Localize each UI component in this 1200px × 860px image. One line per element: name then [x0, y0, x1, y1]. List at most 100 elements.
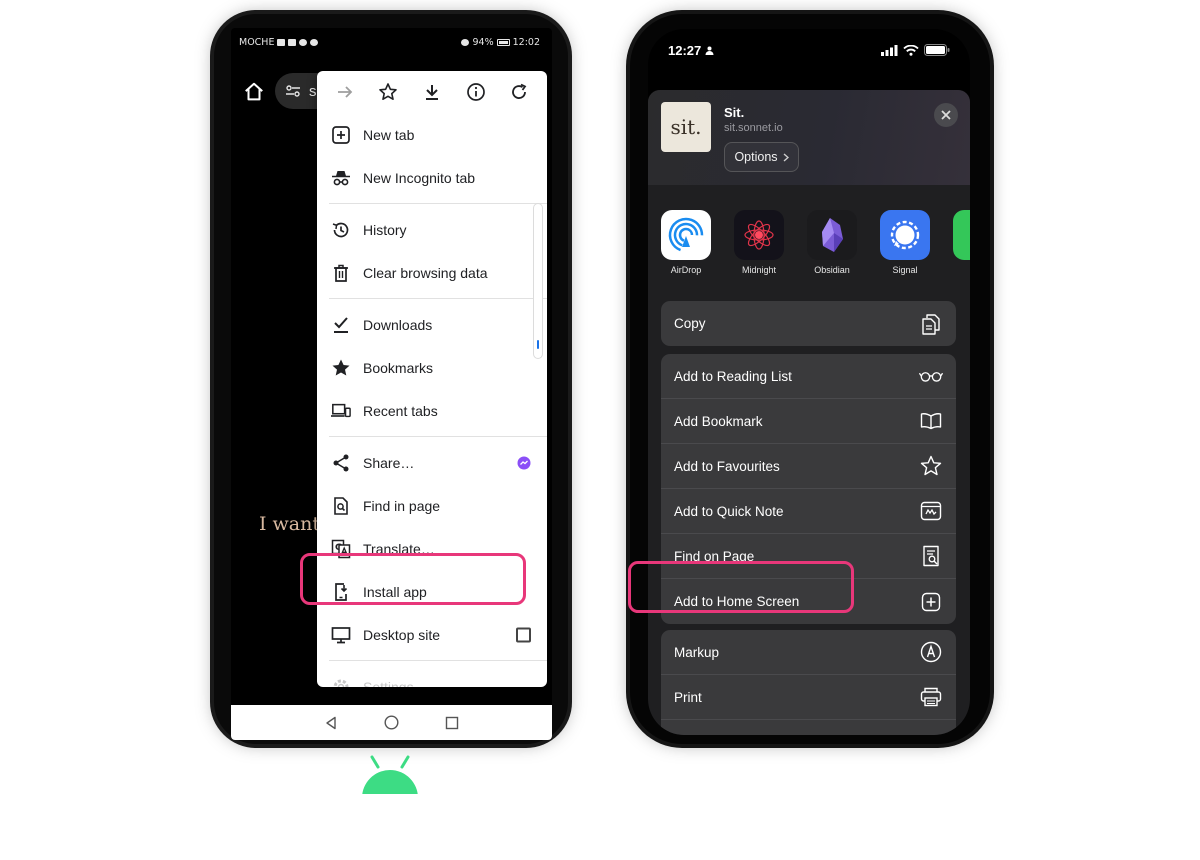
menu-item-desktop-site[interactable]: Desktop site — [317, 613, 547, 656]
action-add-to-quick-note[interactable]: Add to Quick Note — [661, 489, 956, 534]
page-info-icon[interactable] — [465, 81, 487, 103]
quick-note-icon — [919, 499, 943, 523]
share-sheet-header: sit. Sit. sit.sonnet.io Options — [648, 90, 970, 185]
downloads-icon — [331, 315, 351, 335]
menu-item-share[interactable]: Share… — [317, 441, 547, 484]
menu-scrollbar[interactable] — [533, 203, 543, 359]
menu-item-downloads[interactable]: Downloads — [317, 303, 547, 346]
bookmark-star-icon[interactable] — [377, 81, 399, 103]
menu-item-label: New tab — [363, 126, 415, 143]
youtube-icon — [288, 38, 297, 46]
whatsapp-icon — [299, 38, 308, 46]
desktop-icon — [331, 625, 351, 645]
close-button[interactable] — [934, 103, 958, 127]
menu-item-new-tab[interactable]: New tab — [317, 113, 547, 156]
action-label: Add to Favourites — [674, 458, 780, 474]
menu-divider — [329, 660, 547, 661]
android-phone: MOCHE 94% 12:02 sit — [214, 14, 568, 744]
midnight-icon — [734, 210, 784, 260]
battery-percent: 94% — [472, 36, 494, 48]
iphone-screen: 12:27 sit. Sit. sit.sonnet.io Options Ai… — [648, 29, 970, 735]
menu-item-bookmarks[interactable]: Bookmarks — [317, 346, 547, 389]
site-url: sit.sonnet.io — [724, 122, 783, 134]
share-sheet: sit. Sit. sit.sonnet.io Options AirDrop … — [648, 90, 970, 735]
app-label: AirDrop — [670, 265, 702, 275]
copy-icon — [919, 312, 943, 336]
menu-item-label: Find in page — [363, 497, 441, 514]
menu-item-label: Downloads — [363, 316, 433, 333]
action-copy[interactable]: Copy — [661, 301, 956, 346]
nav-home-icon[interactable] — [384, 715, 399, 730]
book-icon — [919, 409, 943, 433]
app-airdrop[interactable]: AirDrop — [661, 210, 711, 275]
alarm-icon — [461, 38, 470, 46]
menu-item-label: New Incognito tab — [363, 169, 476, 186]
iphone: 12:27 sit. Sit. sit.sonnet.io Options Ai… — [630, 14, 990, 744]
app-messages[interactable]: Me — [953, 210, 970, 275]
carrier-label: MOCHE — [239, 36, 275, 48]
menu-toolbar — [317, 71, 547, 113]
menu-item-settings[interactable]: Settings — [317, 665, 547, 687]
android-logo-icon — [356, 755, 424, 798]
action-add-to-favourites[interactable]: Add to Favourites — [661, 444, 956, 489]
menu-item-label: Desktop site — [363, 626, 441, 643]
app-label: Obsidian — [814, 265, 850, 275]
install-app-highlight — [300, 553, 526, 605]
site-thumbnail-text: sit. — [670, 115, 702, 139]
person-icon — [705, 46, 714, 55]
action-markup[interactable]: Markup — [661, 630, 956, 675]
plus-box-icon — [331, 125, 351, 145]
menu-item-label: Bookmarks — [363, 359, 434, 376]
menu-item-label: Settings — [363, 678, 414, 688]
print-icon — [919, 685, 943, 709]
android-nav-bar — [231, 705, 552, 740]
options-label: Options — [734, 150, 778, 164]
app-signal[interactable]: Signal — [880, 210, 930, 275]
android-status-bar: MOCHE 94% 12:02 — [239, 34, 540, 50]
home-icon[interactable] — [243, 81, 265, 103]
download-icon[interactable] — [421, 81, 443, 103]
messenger-share-icon[interactable] — [517, 456, 531, 470]
menu-divider — [329, 436, 547, 437]
ios-clock: 12:27 — [668, 42, 702, 58]
menu-item-history[interactable]: History — [317, 208, 547, 251]
incognito-icon — [331, 168, 351, 188]
find-on-page-icon — [919, 544, 943, 568]
menu-item-label: Recent tabs — [363, 402, 438, 419]
menu-item-recent-tabs[interactable]: Recent tabs — [317, 389, 547, 432]
app-obsidian[interactable]: Obsidian — [807, 210, 857, 275]
signal-icon — [277, 38, 286, 46]
menu-item-label: History — [363, 221, 407, 238]
app-midnight[interactable]: Midnight — [734, 210, 784, 275]
action-label: Add to Quick Note — [674, 503, 784, 519]
page-background-text: I want — [259, 513, 321, 535]
menu-item-find-in-page[interactable]: Find in page — [317, 484, 547, 527]
refresh-icon[interactable] — [508, 81, 530, 103]
menu-item-new-incognito-tab[interactable]: New Incognito tab — [317, 156, 547, 199]
battery-icon — [496, 38, 510, 46]
action-add-to-reading-list[interactable]: Add to Reading List — [661, 354, 956, 399]
forward-icon[interactable] — [334, 81, 356, 103]
star-filled-icon — [331, 358, 351, 378]
action-more[interactable] — [661, 720, 956, 735]
menu-item-label: Clear browsing data — [363, 264, 488, 281]
action-add-bookmark[interactable]: Add Bookmark — [661, 399, 956, 444]
nav-recents-icon[interactable] — [445, 716, 459, 730]
android-clock: 12:02 — [512, 36, 540, 48]
site-settings-icon[interactable] — [285, 84, 301, 98]
close-icon — [941, 110, 951, 120]
menu-divider — [329, 203, 547, 204]
cellular-icon — [881, 44, 898, 56]
app-label: Signal — [892, 265, 918, 275]
history-icon — [331, 220, 351, 240]
desktop-site-checkbox[interactable] — [516, 627, 531, 642]
add-to-home-screen-highlight — [628, 561, 854, 613]
action-print[interactable]: Print — [661, 675, 956, 720]
signal-icon — [880, 210, 930, 260]
options-button[interactable]: Options — [724, 142, 799, 172]
action-group-markup: Markup Print — [661, 630, 956, 735]
plus-square-icon — [919, 590, 943, 614]
menu-item-clear-browsing-data[interactable]: Clear browsing data — [317, 251, 547, 294]
ios-battery-icon — [924, 44, 950, 56]
nav-back-icon[interactable] — [324, 716, 338, 730]
